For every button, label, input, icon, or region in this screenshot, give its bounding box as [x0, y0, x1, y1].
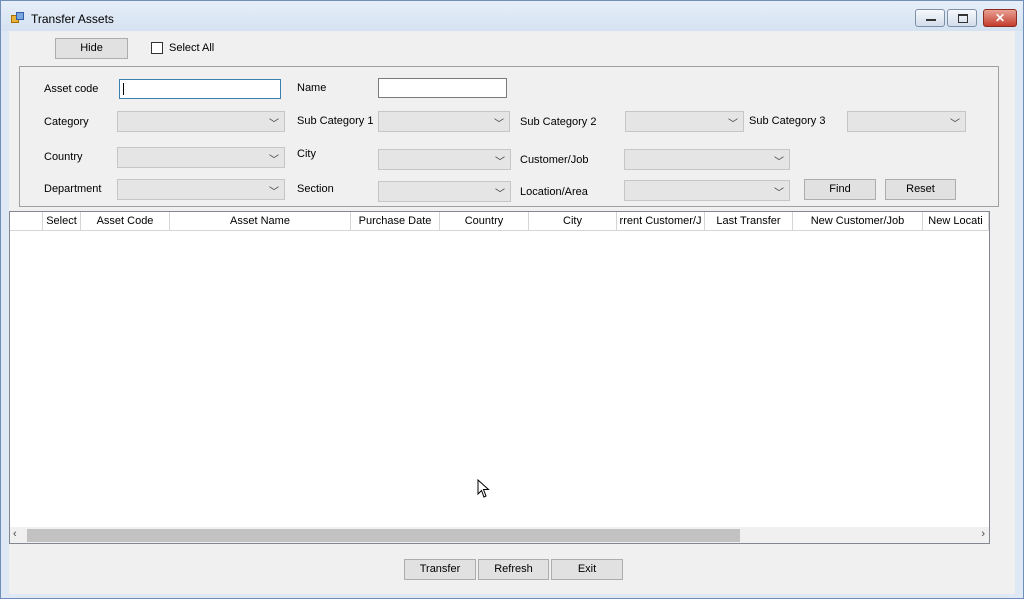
- reset-button[interactable]: Reset: [885, 179, 956, 200]
- maximize-icon: [958, 14, 968, 23]
- asset-code-label: Asset code: [44, 83, 99, 95]
- column-header-asset-name[interactable]: Asset Name: [170, 212, 351, 231]
- category-label: Category: [44, 116, 89, 128]
- section-dropdown[interactable]: ﹀: [378, 181, 511, 202]
- refresh-button[interactable]: Refresh: [478, 559, 549, 580]
- column-header-country[interactable]: Country: [440, 212, 529, 231]
- name-label: Name: [297, 82, 327, 94]
- scroll-left-icon[interactable]: ‹: [13, 528, 17, 540]
- column-header-purchase-date[interactable]: Purchase Date: [351, 212, 440, 231]
- column-header-city[interactable]: City: [529, 212, 617, 231]
- transfer-assets-window: Transfer Assets ✕ Hide Select All Asset …: [0, 0, 1024, 599]
- scrollbar-thumb[interactable]: [27, 529, 740, 542]
- chevron-down-icon: ﹀: [774, 157, 784, 168]
- close-button[interactable]: ✕: [983, 9, 1017, 27]
- sub-category-3-dropdown[interactable]: ﹀: [847, 111, 966, 132]
- chevron-down-icon: ﹀: [774, 188, 784, 199]
- location-area-label: Location/Area: [520, 186, 588, 198]
- chevron-down-icon: ﹀: [495, 189, 505, 200]
- asset-code-input[interactable]: [119, 79, 281, 99]
- chevron-down-icon: ﹀: [728, 119, 738, 130]
- country-label: Country: [44, 151, 83, 163]
- minimize-icon: [926, 19, 936, 21]
- scroll-right-icon[interactable]: ›: [981, 528, 985, 540]
- close-icon: ✕: [994, 11, 1006, 25]
- column-header-last-transfer[interactable]: Last Transfer: [705, 212, 793, 231]
- sub-category-2-label: Sub Category 2: [520, 116, 597, 128]
- select-all-checkbox[interactable]: [151, 42, 163, 54]
- sub-category-3-label: Sub Category 3: [749, 115, 826, 127]
- name-input[interactable]: [378, 78, 507, 98]
- country-dropdown[interactable]: ﹀: [117, 147, 285, 168]
- filter-group: Asset code Name Category ﹀ Sub Category …: [19, 66, 999, 207]
- app-icon: [11, 12, 24, 23]
- column-header-new-location[interactable]: New Locati: [923, 212, 989, 231]
- assets-grid[interactable]: Select Asset Code Asset Name Purchase Da…: [9, 211, 990, 544]
- category-dropdown[interactable]: ﹀: [117, 111, 285, 132]
- chevron-down-icon: ﹀: [950, 119, 960, 130]
- select-all-label: Select All: [169, 42, 215, 54]
- column-header-current-customer-job[interactable]: rrent Customer/J: [617, 212, 705, 231]
- transfer-button[interactable]: Transfer: [404, 559, 476, 580]
- chevron-down-icon: ﹀: [269, 119, 279, 130]
- customer-job-dropdown[interactable]: ﹀: [624, 149, 790, 170]
- sub-category-1-label: Sub Category 1: [297, 115, 374, 127]
- city-dropdown[interactable]: ﹀: [378, 149, 511, 170]
- window-title: Transfer Assets: [31, 12, 114, 26]
- sub-category-2-dropdown[interactable]: ﹀: [625, 111, 744, 132]
- minimize-button[interactable]: [915, 9, 945, 27]
- location-area-dropdown[interactable]: ﹀: [624, 180, 790, 201]
- find-button[interactable]: Find: [804, 179, 876, 200]
- horizontal-scrollbar[interactable]: ‹ ›: [10, 527, 989, 543]
- hide-button[interactable]: Hide: [55, 38, 128, 59]
- row-header-corner: [10, 212, 43, 231]
- department-dropdown[interactable]: ﹀: [117, 179, 285, 200]
- column-header-asset-code[interactable]: Asset Code: [81, 212, 170, 231]
- exit-button[interactable]: Exit: [551, 559, 623, 580]
- client-area: Hide Select All Asset code Name Category…: [9, 31, 1015, 594]
- department-label: Department: [44, 183, 102, 195]
- city-label: City: [297, 148, 316, 160]
- chevron-down-icon: ﹀: [269, 187, 279, 198]
- customer-job-label: Customer/Job: [520, 154, 589, 166]
- maximize-button[interactable]: [947, 9, 977, 27]
- column-header-new-customer-job[interactable]: New Customer/Job: [793, 212, 923, 231]
- section-label: Section: [297, 183, 334, 195]
- mouse-cursor-icon: [477, 479, 490, 498]
- title-bar[interactable]: Transfer Assets ✕: [1, 1, 1023, 31]
- chevron-down-icon: ﹀: [494, 119, 504, 130]
- chevron-down-icon: ﹀: [269, 155, 279, 166]
- sub-category-1-dropdown[interactable]: ﹀: [378, 111, 510, 132]
- chevron-down-icon: ﹀: [495, 157, 505, 168]
- column-header-select[interactable]: Select: [43, 212, 81, 231]
